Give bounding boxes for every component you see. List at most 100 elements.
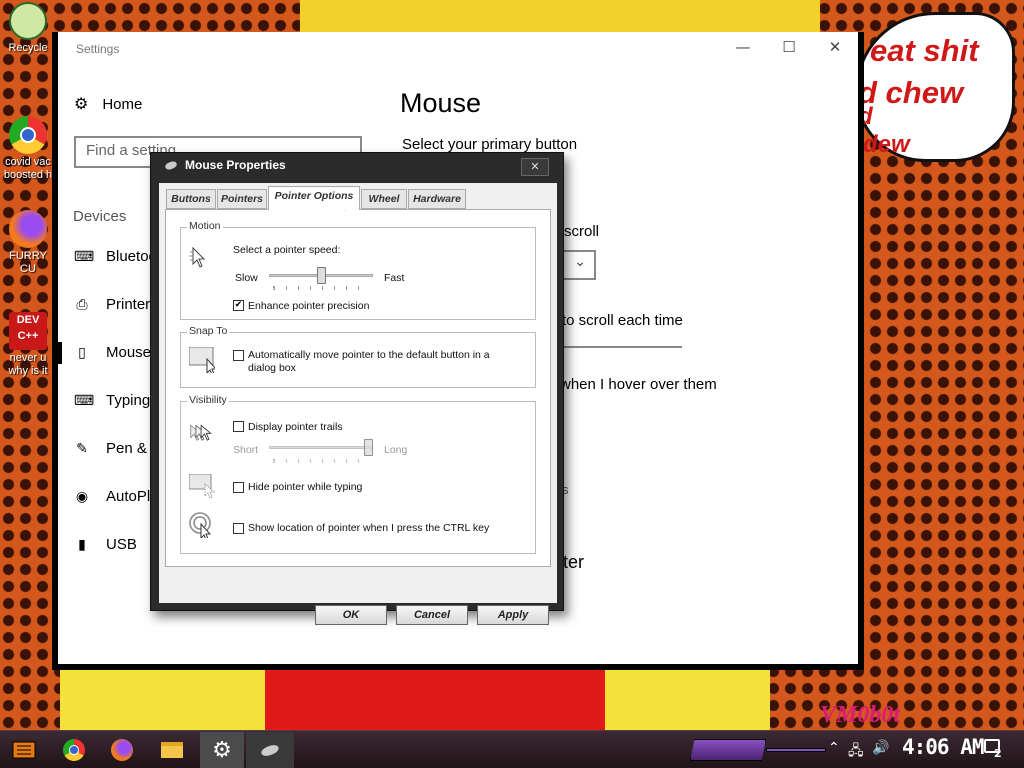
taskbar: ⚙ ⌃ 🖧 🔊 4:06 AM 2 [0, 730, 1024, 768]
desktop-icon-label: FURRY CU [9, 250, 47, 275]
snap-group-label: Snap To [187, 325, 230, 337]
tab-pointer-options[interactable]: Pointer Options [268, 186, 360, 210]
chrome-icon [63, 739, 85, 761]
cancel-button[interactable]: Cancel [396, 605, 468, 625]
network-icon[interactable]: 🖧 [848, 740, 864, 764]
wallpaper-speech-bubble: eat shit d chew d dew [855, 12, 1015, 162]
mouse-icon: ▯ [78, 344, 86, 360]
bubble-text-4: dew [863, 131, 910, 158]
clock[interactable]: 4:06 AM [902, 735, 985, 759]
notification-count: 2 [994, 747, 1002, 760]
ctrl-locate-checkbox[interactable] [233, 523, 244, 534]
hide-pointer-icon [189, 474, 215, 499]
speed-slider-thumb[interactable] [316, 267, 326, 284]
pen-icon: ✎ [76, 440, 88, 456]
close-button[interactable]: ✕ [820, 38, 850, 56]
speed-label: Select a pointer speed: [233, 244, 341, 256]
mouse-properties-dialog: Mouse Properties ✕ Buttons Pointers Poin… [150, 152, 564, 625]
lines-slider[interactable] [558, 346, 682, 348]
keyboard-icon: ⌨ [74, 392, 95, 408]
ok-button[interactable]: OK [315, 605, 387, 625]
speed-slow-label: Slow [235, 272, 258, 284]
devcpp-icon: DEV C++ [9, 312, 47, 350]
bubble-text-1: eat shit [870, 33, 979, 68]
gear-icon: ⚙ [212, 737, 232, 763]
sidebar-item-usb[interactable]: ▮ USB [74, 536, 137, 553]
window-title: Settings [76, 42, 120, 56]
hide-pointer-label: Hide pointer while typing [248, 481, 363, 493]
start-icon [12, 741, 36, 759]
tab-pointers[interactable]: Pointers [217, 189, 267, 209]
mouse-icon [260, 742, 280, 758]
visibility-group-label: Visibility [187, 394, 229, 406]
desktop-icon-devcpp[interactable]: DEV C++ never u why is it [0, 312, 56, 378]
taskbar-mouse-properties[interactable] [246, 732, 294, 768]
nav-home-label: Home [102, 95, 143, 113]
trails-ticks [273, 459, 369, 463]
taskbar-settings[interactable]: ⚙ [200, 732, 244, 768]
taskbar-decoration [690, 739, 766, 761]
snap-checkbox[interactable] [233, 350, 244, 361]
speed-fast-label: Fast [384, 272, 405, 284]
dialog-body: Buttons Pointers Pointer Options Wheel H… [159, 183, 557, 625]
bluetooth-icon: ⌨ [74, 248, 95, 264]
volume-icon[interactable]: 🔊 [872, 740, 889, 756]
trails-label: Display pointer trails [248, 421, 343, 433]
tab-wheel[interactable]: Wheel [361, 189, 407, 209]
wallpaper-bottom-art [60, 668, 770, 732]
hover-scroll-label: when I hover over them [560, 376, 717, 393]
desktop-icon-label: covid vac boosted h [3, 156, 53, 181]
motion-group-label: Motion [187, 220, 223, 232]
maximize-button[interactable]: ☐ [774, 38, 804, 56]
desktop-icon-firefox[interactable]: FURRY CU [0, 210, 56, 276]
tab-panel: Motion Select a pointer speed: Slow Fast… [165, 209, 551, 567]
trails-slider-thumb[interactable] [364, 439, 373, 456]
primary-button-label: Select your primary button [402, 136, 578, 153]
folder-icon [161, 742, 183, 758]
apply-button[interactable]: Apply [477, 605, 549, 625]
firefox-icon [111, 739, 133, 761]
chrome-icon [9, 116, 47, 154]
gear-icon: ⚙ [74, 96, 89, 113]
nav-label: Typing [106, 392, 151, 409]
recycle-bin-icon [9, 2, 47, 40]
desktop-icon-label: never u why is it [8, 352, 48, 377]
lines-label: to scroll each time [562, 312, 683, 329]
nav-section-header: Devices [73, 208, 127, 225]
trails-checkbox[interactable] [233, 421, 244, 432]
taskbar-firefox[interactable] [106, 734, 138, 766]
taskbar-chrome[interactable] [58, 734, 90, 766]
speed-ticks [273, 286, 369, 290]
dialog-title: Mouse Properties [185, 158, 286, 172]
ctrl-locate-label: Show location of pointer when I press th… [248, 522, 490, 534]
desktop-icon-chrome[interactable]: covid vac boosted h [0, 116, 56, 182]
firefox-icon [9, 210, 47, 248]
sidebar-item-mouse[interactable]: ▯ Mouse [74, 344, 151, 361]
usb-icon: ▮ [78, 536, 86, 552]
wallpaper-signature: VM0b0t [820, 702, 901, 728]
ctrl-locate-icon [189, 512, 212, 538]
taskbar-file-explorer[interactable] [156, 734, 188, 766]
tab-hardware[interactable]: Hardware [408, 189, 466, 209]
minimize-button[interactable]: — [728, 38, 758, 56]
printer-icon: ⎙ [76, 296, 88, 312]
hide-pointer-checkbox[interactable] [233, 482, 244, 493]
start-button[interactable] [8, 734, 40, 766]
mouse-icon [164, 159, 178, 171]
sidebar-item-typing[interactable]: ⌨ Typing [74, 392, 150, 409]
dialog-close-button[interactable]: ✕ [521, 158, 549, 176]
pointer-speed-icon [189, 246, 206, 268]
notifications-button[interactable]: 2 [984, 739, 1004, 760]
visibility-group: Visibility Display pointer trails Short … [180, 394, 536, 554]
chevron-down-icon: ⌄ [574, 254, 586, 270]
tab-buttons[interactable]: Buttons [166, 189, 216, 209]
snap-to-icon [189, 347, 215, 373]
precision-checkbox[interactable]: ✔ [233, 300, 244, 311]
nav-active-indicator [58, 342, 62, 364]
desktop-icon-recycle[interactable]: Recycle [0, 2, 56, 55]
nav-home[interactable]: ⚙ Home [74, 94, 142, 114]
dialog-titlebar: Mouse Properties [164, 158, 286, 172]
nav-label: USB [106, 536, 137, 553]
chevron-up-icon[interactable]: ⌃ [828, 740, 840, 756]
trails-slider-track[interactable] [269, 446, 373, 449]
